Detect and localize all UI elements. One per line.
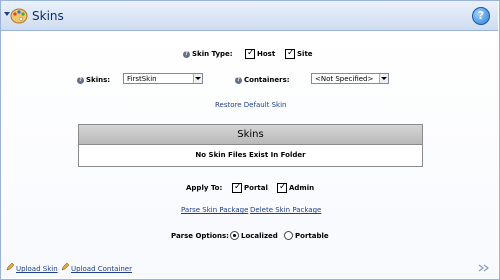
module-header: Skins ? [1,1,498,31]
chevron-down-icon [193,74,202,83]
skin-type-text: Skin Type: [192,50,233,58]
admin-label: Admin [289,184,315,192]
skins-select[interactable]: FirstSkin [123,73,203,84]
portal-label: Portal [244,184,268,192]
parse-skin-package-link[interactable]: Parse Skin Package [181,206,248,214]
upload-skin-link[interactable]: Upload Skin [16,265,58,273]
skin-type-label: ? Skin Type: [183,50,233,58]
restore-default-skin-link[interactable]: Restore Default Skin [215,101,286,109]
containers-text: Containers: [244,76,290,84]
site-label: Site [297,50,313,58]
host-checkbox[interactable]: ✓ [245,48,255,59]
skins-selected: FirstSkin [127,75,157,83]
admin-checkbox[interactable]: ✓ [277,182,287,193]
containers-label: ? Containers: [235,76,290,84]
parse-options-label: Parse Options: [171,232,229,240]
palette-icon [10,8,28,24]
pencil-icon [6,263,14,271]
portable-label: Portable [295,232,329,240]
apply-to-label: Apply To: [186,184,223,192]
module-title: Skins [32,9,64,23]
upload-container-link[interactable]: Upload Container [71,265,132,273]
host-label: Host [257,50,276,58]
settings-arrows-icon[interactable] [478,264,490,272]
empty-message: No Skin Files Exist In Folder [195,151,306,159]
delete-skin-package-link[interactable]: Delete Skin Package [250,206,321,214]
help-icon[interactable]: ? [235,76,242,84]
help-icon[interactable]: ? [77,76,84,84]
portable-radio[interactable] [284,231,293,240]
containers-selected: <Not Specified> [315,75,374,83]
chevron-down-icon [379,74,388,83]
localized-label: Localized [241,232,278,240]
skins-panel: Skins No Skin Files Exist In Folder [78,124,423,167]
pencil-icon [61,263,69,271]
skins-label: ? Skins: [77,76,110,84]
skins-text: Skins: [86,76,111,84]
containers-select[interactable]: <Not Specified> [311,73,389,84]
panel-title: Skins [79,125,422,145]
help-icon[interactable]: ? [183,50,190,58]
help-icon[interactable]: ? [472,7,490,25]
portal-checkbox[interactable]: ✓ [232,182,242,193]
localized-radio[interactable] [230,231,239,240]
site-checkbox[interactable]: ✓ [285,48,295,59]
